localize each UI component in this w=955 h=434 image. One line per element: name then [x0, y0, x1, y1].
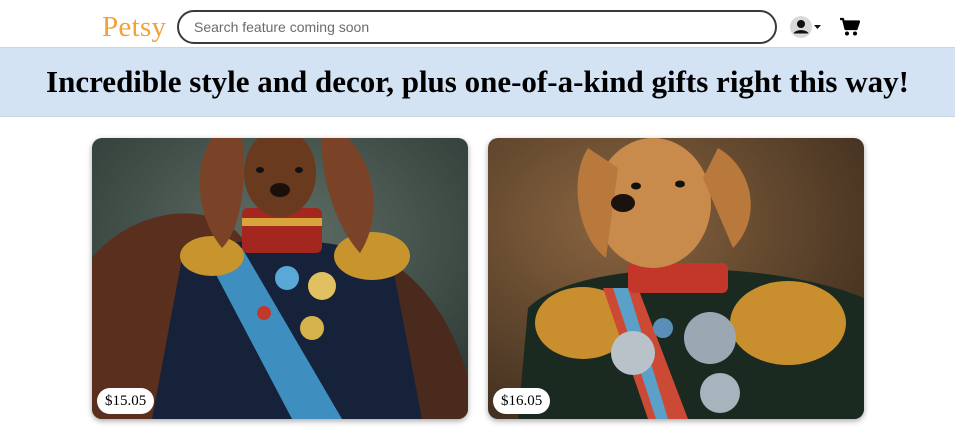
product-card[interactable]: $16.05 [488, 138, 864, 419]
price-badge: $16.05 [493, 388, 551, 414]
product-card[interactable]: $15.05 [92, 138, 468, 419]
product-image [488, 138, 864, 419]
user-circle-icon [790, 16, 821, 38]
logo[interactable]: Petsy [102, 9, 166, 45]
shopping-cart-icon [840, 17, 861, 36]
product-image [92, 138, 468, 419]
promo-banner: Incredible style and decor, plus one-of-… [0, 47, 955, 117]
shopping-cart-button[interactable] [839, 17, 861, 37]
top-navbar: Petsy [0, 0, 955, 47]
account-menu-button[interactable] [790, 15, 826, 39]
search-input[interactable] [177, 10, 777, 44]
price-badge: $15.05 [97, 388, 155, 414]
caret-down-icon [814, 25, 821, 29]
banner-headline: Incredible style and decor, plus one-of-… [46, 64, 909, 99]
